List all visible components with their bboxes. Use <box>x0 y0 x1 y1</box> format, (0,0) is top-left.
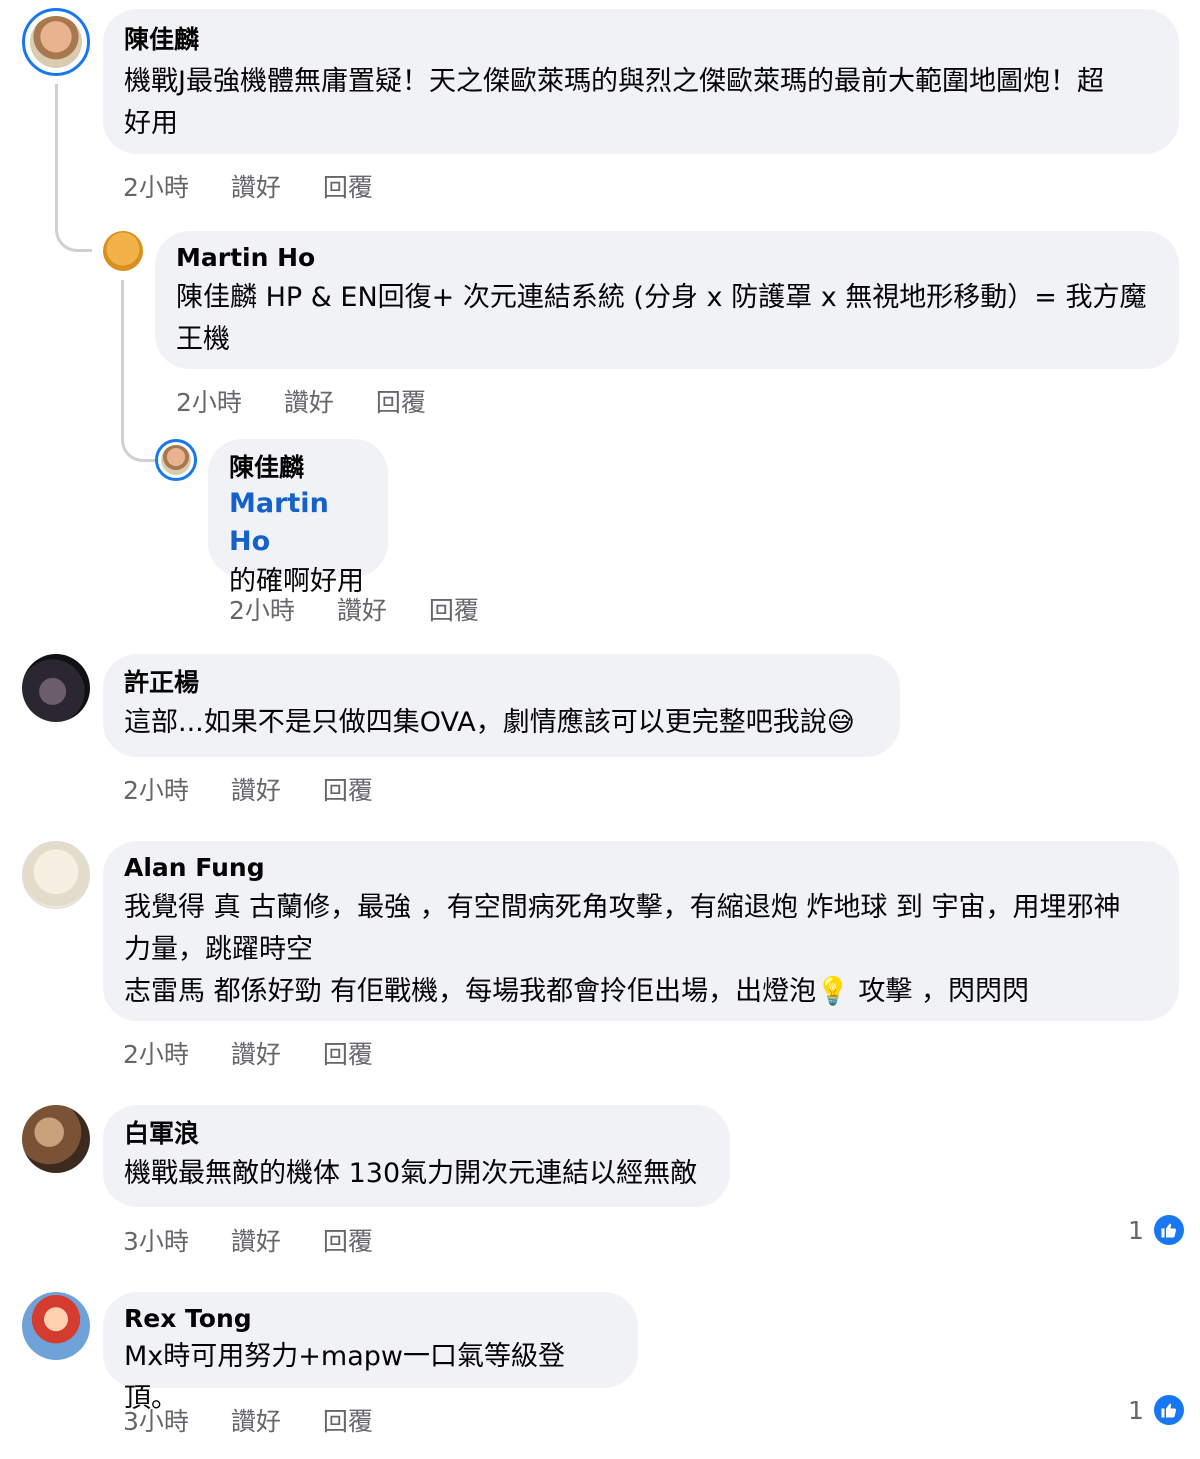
comment-actions: 2小時 讚好 回覆 <box>123 168 407 204</box>
reply-button[interactable]: 回覆 <box>429 596 479 625</box>
reply-button[interactable]: 回覆 <box>376 388 426 417</box>
comment-actions: 2小時 讚好 回覆 <box>123 1035 407 1071</box>
comment-text: 我覺得 真 古蘭修，最強 ，有空間病死角攻擊，有縮退炮 炸地球 到 宇宙，用埋邪… <box>124 892 1121 1007</box>
reaction-count-number: 1 <box>1128 1395 1144 1425</box>
comment-bubble: 陳佳麟 Martin Ho 的確啊好用 <box>208 439 388 597</box>
comment-bubble: Alan Fung 我覺得 真 古蘭修，最強 ，有空間病死角攻擊，有縮退炮 炸地… <box>103 841 1179 1021</box>
reply-button[interactable]: 回覆 <box>323 1407 373 1436</box>
comment-author[interactable]: 陳佳麟 <box>124 23 1159 57</box>
reaction-count-number: 1 <box>1128 1215 1144 1245</box>
comment-time[interactable]: 2小時 <box>123 776 189 805</box>
thread-connector <box>55 84 92 252</box>
comment-bubble: Rex Tong Mx時可用努力+mapw一口氣等級登頂。 <box>103 1292 638 1414</box>
comment-text: 機戰最無敵的機体 130氣力開次元連結以經無敵 <box>124 1158 698 1189</box>
comment-time[interactable]: 2小時 <box>123 1040 189 1069</box>
comment-bubble: 陳佳麟 機戰J最強機體無庸置疑！天之傑歐萊瑪的與烈之傑歐萊瑪的最前大範圍地圖炮！… <box>103 9 1179 154</box>
like-button[interactable]: 讚好 <box>231 1227 281 1256</box>
comment-author[interactable]: Rex Tong <box>124 1302 618 1336</box>
comment-actions: 2小時 讚好 回覆 <box>229 591 513 627</box>
reply-button[interactable]: 回覆 <box>323 173 373 202</box>
comment-author[interactable]: Martin Ho <box>176 241 1159 275</box>
reply-button[interactable]: 回覆 <box>323 776 373 805</box>
avatar[interactable] <box>22 654 90 722</box>
comment-actions: 2小時 讚好 回覆 <box>123 771 407 807</box>
thread-connector <box>121 280 157 462</box>
like-thumb-icon <box>1153 1215 1184 1245</box>
like-button[interactable]: 讚好 <box>231 1040 281 1069</box>
comment-bubble: Martin Ho 陳佳麟 HP & EN回復+ 次元連結系統 (分身 x 防護… <box>155 231 1179 369</box>
like-button[interactable]: 讚好 <box>231 776 281 805</box>
reply-button[interactable]: 回覆 <box>323 1227 373 1256</box>
comment-actions: 3小時 讚好 回覆 <box>123 1222 407 1258</box>
like-button[interactable]: 讚好 <box>284 388 334 417</box>
mention-link[interactable]: Martin Ho <box>229 485 368 561</box>
avatar[interactable] <box>22 1105 90 1173</box>
comment-text: 機戰J最強機體無庸置疑！天之傑歐萊瑪的與烈之傑歐萊瑪的最前大範圍地圖炮！超 好用 <box>124 66 1104 139</box>
avatar[interactable] <box>103 231 143 271</box>
comment-text: 陳佳麟 HP & EN回復+ 次元連結系統 (分身 x 防護罩 x 無視地形移動… <box>176 282 1147 355</box>
comment-time[interactable]: 3小時 <box>123 1227 189 1256</box>
avatar[interactable] <box>22 1292 90 1360</box>
comment-time[interactable]: 2小時 <box>229 596 295 625</box>
comment-author[interactable]: 白軍浪 <box>124 1117 710 1151</box>
comment-actions: 3小時 讚好 回覆 <box>123 1402 407 1438</box>
like-button[interactable]: 讚好 <box>231 173 281 202</box>
comment-author[interactable]: 許正楊 <box>124 666 880 700</box>
avatar[interactable] <box>22 841 90 909</box>
reply-button[interactable]: 回覆 <box>323 1040 373 1069</box>
comment-text: 這部...如果不是只做四集OVA，劇情應該可以更完整吧我說😅 <box>124 707 855 738</box>
reaction-count[interactable]: 1 <box>1128 1395 1184 1425</box>
like-thumb-icon <box>1153 1395 1184 1425</box>
comment-time[interactable]: 2小時 <box>123 173 189 202</box>
avatar[interactable] <box>155 439 197 481</box>
comment-author[interactable]: Alan Fung <box>124 851 1159 885</box>
comment-time[interactable]: 3小時 <box>123 1407 189 1436</box>
comment-bubble: 許正楊 這部...如果不是只做四集OVA，劇情應該可以更完整吧我說😅 <box>103 654 900 757</box>
comment-author[interactable]: 陳佳麟 <box>229 451 368 485</box>
comment-bubble: 白軍浪 機戰最無敵的機体 130氣力開次元連結以經無敵 <box>103 1105 730 1207</box>
reaction-count[interactable]: 1 <box>1128 1215 1184 1245</box>
comment-actions: 2小時 讚好 回覆 <box>176 383 460 419</box>
like-button[interactable]: 讚好 <box>231 1407 281 1436</box>
like-button[interactable]: 讚好 <box>337 596 387 625</box>
comment-time[interactable]: 2小時 <box>176 388 242 417</box>
avatar[interactable] <box>22 8 90 76</box>
